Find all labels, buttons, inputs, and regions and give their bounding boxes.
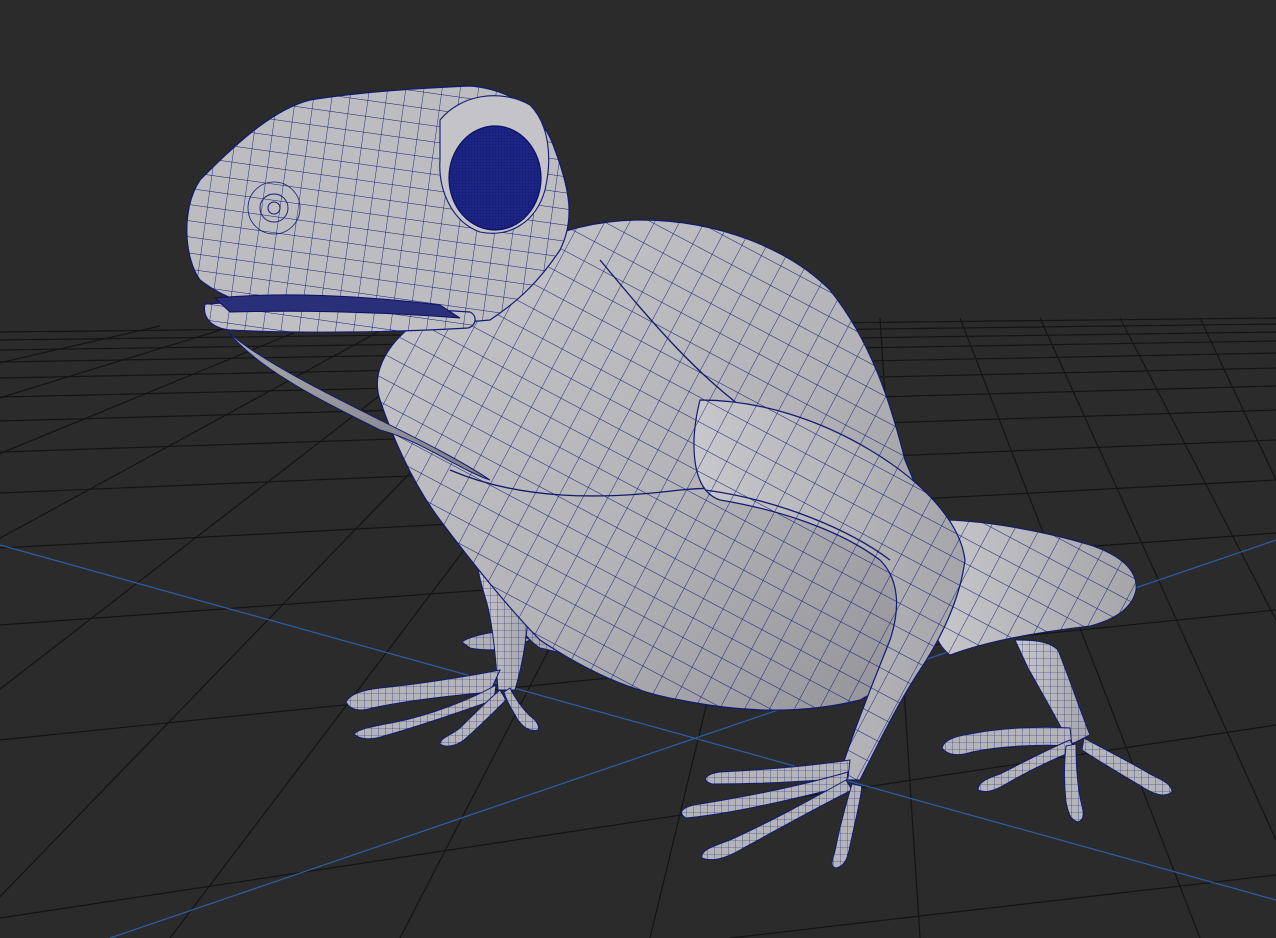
viewport-canvas[interactable] xyxy=(0,0,1276,938)
3d-viewport[interactable] xyxy=(0,0,1276,938)
frog-model[interactable] xyxy=(186,85,1173,869)
frog-head[interactable] xyxy=(186,85,570,323)
hind-foot[interactable] xyxy=(941,639,1173,823)
